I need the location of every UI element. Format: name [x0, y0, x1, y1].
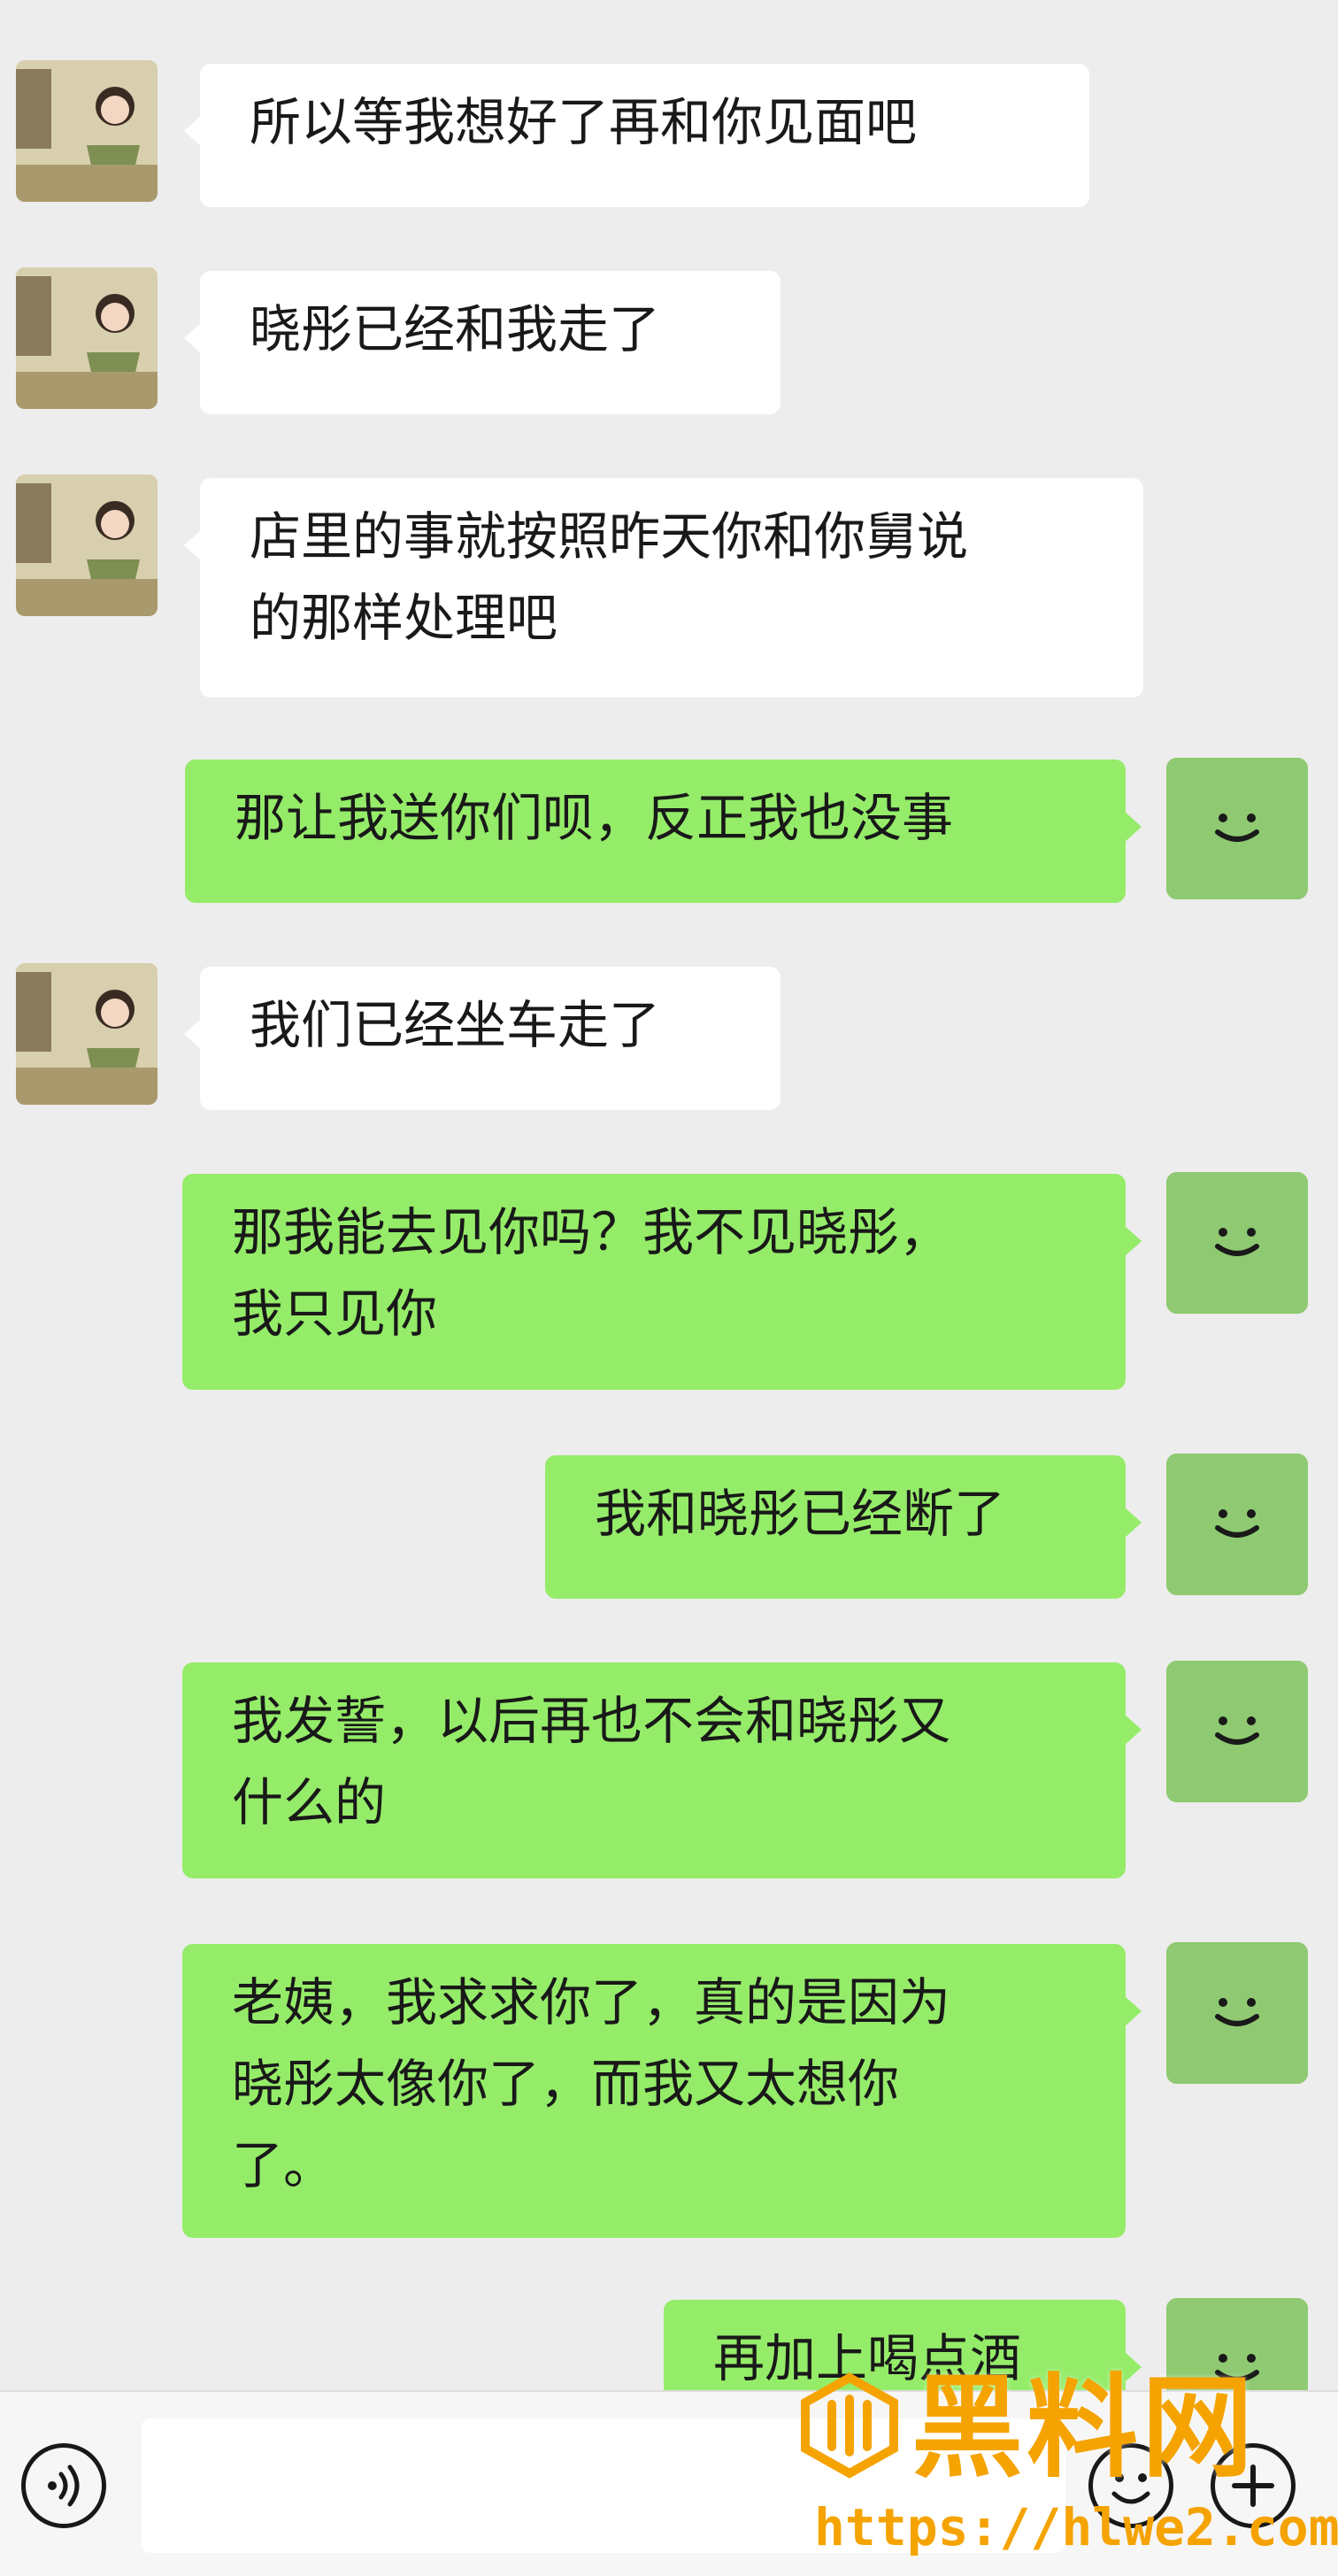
avatar-icon	[16, 267, 158, 409]
outgoing-message-bubble[interactable]: 我发誓，以后再也不会和晓彤又 什么的	[182, 1662, 1142, 1878]
chat-area[interactable]: 所以等我想好了再和你见面吧 晓彤已经和我走了 店里的事就按照昨天你和你舅说 的那…	[0, 0, 1338, 2390]
peer-avatar[interactable]	[16, 963, 158, 1105]
watermark-name: 黑料网	[911, 2363, 1257, 2493]
outgoing-message-bubble[interactable]: 老姨，我求求你了，真的是因为 晓彤太像你了，而我又太想你 了。	[182, 1944, 1142, 2238]
self-avatar[interactable]	[1166, 1454, 1308, 1595]
watermark-logo-icon	[801, 2372, 898, 2479]
self-avatar[interactable]	[1166, 1172, 1308, 1314]
avatar-icon	[16, 474, 158, 616]
voice-button[interactable]	[21, 2443, 106, 2528]
smile-avatar-icon	[1166, 1172, 1308, 1314]
smile-avatar-icon	[1166, 758, 1308, 899]
incoming-message-bubble[interactable]: 晓彤已经和我走了	[184, 271, 780, 414]
smile-avatar-icon	[1166, 1454, 1308, 1595]
incoming-message-bubble[interactable]: 所以等我想好了再和你见面吧	[184, 64, 1089, 207]
outgoing-message-bubble[interactable]: 那我能去见你吗？我不见晓彤， 我只见你	[182, 1174, 1142, 1390]
voice-icon	[48, 2464, 80, 2507]
outgoing-message-bubble[interactable]: 那让我送你们呗，反正我也没事	[185, 760, 1142, 903]
peer-avatar[interactable]	[16, 474, 158, 616]
incoming-message-bubble[interactable]: 店里的事就按照昨天你和你舅说 的那样处理吧	[184, 478, 1143, 698]
watermark-url: https://hlwe2.com	[814, 2497, 1338, 2557]
smile-avatar-icon	[1166, 1661, 1308, 1802]
self-avatar[interactable]	[1166, 1942, 1308, 2084]
site-watermark: 黑料网 https://hlwe2.com	[796, 2363, 1338, 2567]
peer-avatar[interactable]	[16, 267, 158, 409]
incoming-message-bubble[interactable]: 我们已经坐车走了	[184, 967, 780, 1110]
avatar-icon	[16, 60, 158, 202]
peer-avatar[interactable]	[16, 60, 158, 202]
avatar-icon	[16, 963, 158, 1105]
smile-avatar-icon	[1166, 1942, 1308, 2084]
outgoing-message-bubble[interactable]: 我和晓彤已经断了	[545, 1455, 1142, 1599]
self-avatar[interactable]	[1166, 758, 1308, 899]
self-avatar[interactable]	[1166, 1661, 1308, 1802]
